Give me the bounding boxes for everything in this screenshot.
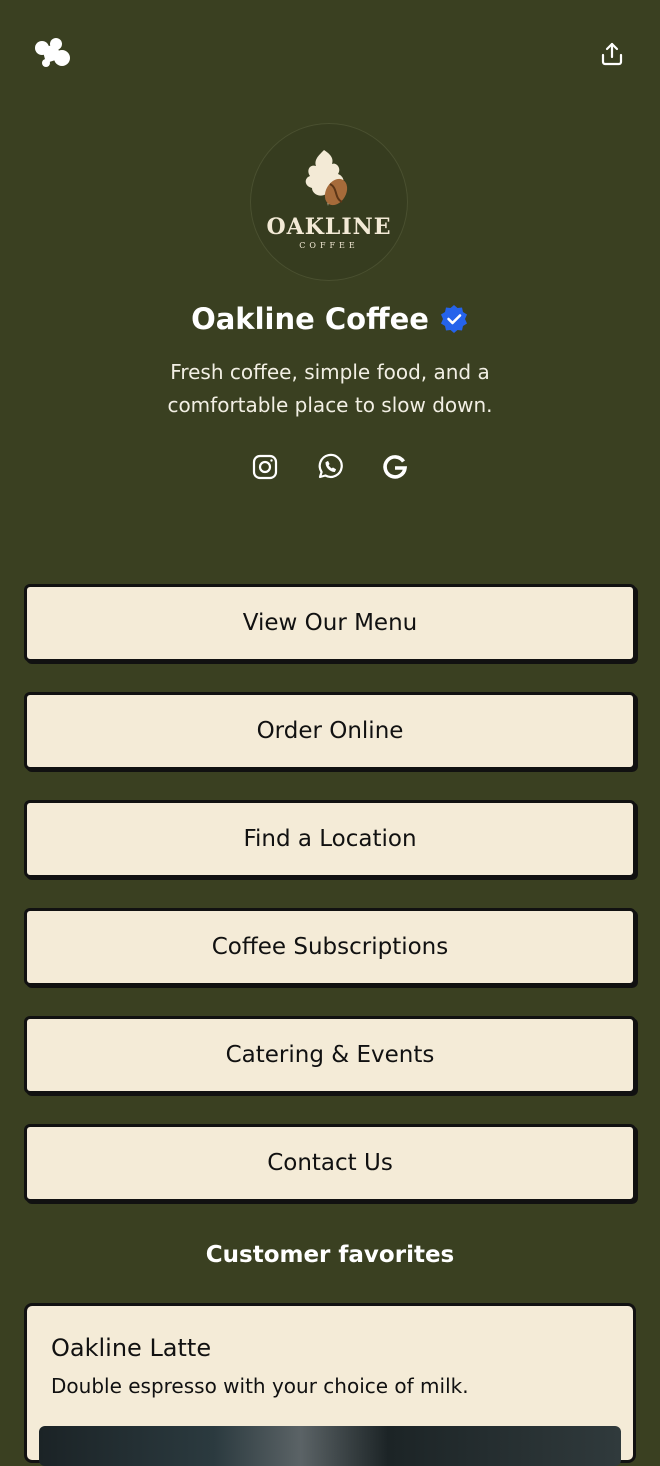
share-icon: [601, 42, 623, 66]
google-link[interactable]: [378, 450, 412, 484]
instagram-link[interactable]: [248, 450, 282, 484]
link-button-catering[interactable]: Catering & Events: [24, 1016, 636, 1094]
google-icon: [383, 455, 408, 479]
top-bar: [0, 0, 660, 110]
logo-wordmark: OAKLINE: [266, 214, 392, 240]
whatsapp-link[interactable]: [313, 450, 347, 484]
link-button-find-location[interactable]: Find a Location: [24, 800, 636, 878]
profile-avatar: OAKLINE COFFEE: [250, 123, 408, 281]
profile-bio: Fresh coffee, simple food, and a comfort…: [167, 360, 493, 417]
instagram-icon: [252, 454, 278, 480]
profile-name: Oakline Coffee: [191, 302, 429, 336]
link-button-order-online[interactable]: Order Online: [24, 692, 636, 770]
profile-title-row: Oakline Coffee: [0, 302, 660, 336]
favorites-section-title: Customer favorites: [205, 1242, 455, 1268]
brand-logo-icon[interactable]: [32, 36, 74, 70]
favorite-name: Oakline Latte: [51, 1334, 212, 1362]
favorite-description: Double espresso with your choice of milk…: [51, 1374, 469, 1398]
social-links: [248, 450, 412, 484]
oak-leaf-coffee-bean-icon: [305, 150, 348, 206]
whatsapp-icon: [318, 453, 343, 479]
link-button-subscriptions[interactable]: Coffee Subscriptions: [24, 908, 636, 986]
link-list: View Our Menu Order Online Find a Locati…: [24, 584, 636, 1232]
link-button-contact[interactable]: Contact Us: [24, 1124, 636, 1202]
favorite-card[interactable]: Oakline Latte Double espresso with your …: [24, 1303, 636, 1466]
verified-badge-icon: [440, 305, 467, 333]
logo-subtitle: COFFEE: [299, 241, 359, 250]
favorite-image: [39, 1426, 621, 1466]
link-button-menu[interactable]: View Our Menu: [24, 584, 636, 662]
share-button[interactable]: [594, 36, 630, 72]
